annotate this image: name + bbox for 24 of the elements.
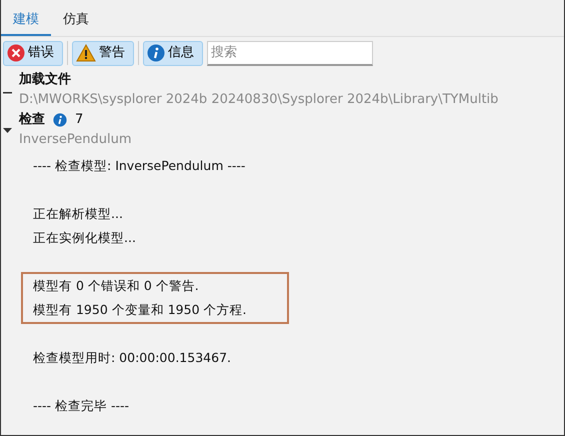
tab[interactable]: 仿真 — [51, 9, 101, 36]
search-field[interactable]: 搜索 — [207, 40, 373, 66]
log-line: ---- 检查模型: InversePendulum ---- — [33, 156, 246, 174]
entry-subtitle: InversePendulum — [19, 130, 132, 148]
tab[interactable]: 建模 — [1, 9, 51, 36]
info-icon — [53, 112, 67, 126]
filter-button[interactable]: 错误 — [3, 40, 63, 66]
log-line: 模型有 1950 个变量和 1950 个方程. — [33, 300, 248, 318]
log-line: ---- 检查完毕 ---- — [33, 396, 130, 414]
collapse-icon[interactable] — [3, 128, 12, 134]
error-icon — [7, 44, 25, 62]
info-count: 7 — [75, 110, 84, 129]
log-line: 模型有 0 个错误和 0 个警告. — [33, 276, 200, 294]
entry-title: 检查 — [19, 110, 45, 128]
log-line: 检查模型用时: 00:00:00.153467. — [33, 348, 232, 366]
entry-subtitle: D:\MWORKS\sysplorer 2024b 20240830\Sysplorer 2024b\Library\TYMultib — [19, 90, 498, 108]
filter-button[interactable]: 警告 — [72, 40, 134, 66]
log-line: 正在解析模型... — [33, 204, 124, 222]
info-icon — [147, 44, 165, 62]
tree-line-icon[interactable] — [3, 92, 12, 94]
log-line: 正在实例化模型... — [33, 228, 137, 246]
warning-icon — [76, 44, 96, 62]
entry-title: 加载文件 — [19, 70, 71, 88]
filter-button[interactable]: 信息 — [143, 40, 203, 66]
